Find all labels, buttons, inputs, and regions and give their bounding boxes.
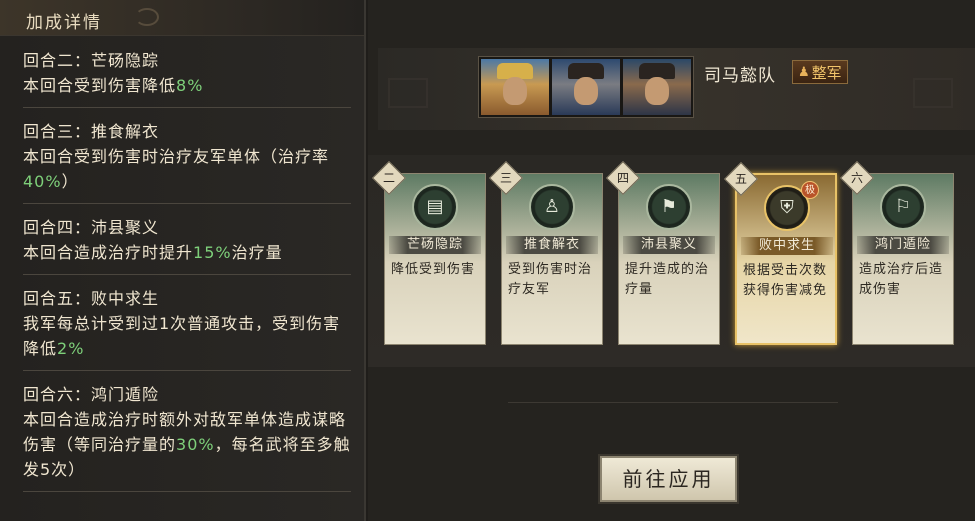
round-description: 本回合造成治疗时提升15%治疗量: [23, 243, 283, 262]
card-name: 败中求生: [741, 237, 833, 255]
round-heading: 回合六：鸿门遁险: [23, 385, 160, 404]
bonus-card-round-5[interactable]: 五 ⛨ 极 败中求生 根据受击次数获得伤害减免: [724, 162, 837, 345]
card-name: 鸿门遁险: [857, 236, 949, 254]
team-bar: 司马懿队 ♟ 整军: [478, 56, 863, 118]
bonus-card-round-6[interactable]: 六 ⚐ 鸿门遁险 造成治疗后造成伤害: [840, 161, 954, 345]
round-item: 回合二：芒砀隐踪 本回合受到伤害降低8%: [23, 46, 351, 108]
general-portraits[interactable]: [478, 56, 694, 118]
team-bonus-panel: 司马懿队 ♟ 整军 二 ▤ 芒砀隐踪 降低受到伤害 三 ♙ 推食解衣 受到伤害时…: [368, 0, 975, 521]
round-item: 回合五：败中求生 我军每总计受到过1次普通攻击，受到伤害降低2%: [23, 284, 351, 371]
round-value: 8%: [176, 76, 204, 95]
round-bonus-list: 回合二：芒砀隐踪 本回合受到伤害降低8% 回合三：推食解衣 本回合受到伤害时治疗…: [0, 36, 364, 492]
bonus-card-round-3[interactable]: 三 ♙ 推食解衣 受到伤害时治疗友军: [489, 161, 603, 345]
round-heading: 回合三：推食解衣: [23, 122, 160, 141]
round-value: 2%: [57, 339, 85, 358]
round-value: 30%: [176, 435, 215, 454]
bonus-card-round-2[interactable]: 二 ▤ 芒砀隐踪 降低受到伤害: [372, 161, 486, 345]
decor-pattern-icon: [388, 78, 428, 108]
card-description: 提升造成的治疗量: [625, 262, 710, 297]
panel-title-text: 加成详情: [26, 13, 102, 33]
round-item: 回合三：推食解衣 本回合受到伤害时治疗友军单体（治疗率40%）: [23, 117, 351, 204]
round-item: 回合四：沛县聚义 本回合造成治疗时提升15%治疗量: [23, 213, 351, 275]
decor-pattern-icon: [913, 78, 953, 108]
round-heading: 回合五：败中求生: [23, 289, 160, 308]
team-status-badge: ♟ 整军: [792, 60, 848, 84]
round-item: 回合六：鸿门遁险 本回合造成治疗时额外对敌军单体造成谋略伤害（等同治疗量的30%…: [23, 380, 351, 492]
round-description: 本回合受到伤害时治疗友军单体（治疗率40%）: [23, 147, 330, 191]
banner-icon: ⚑: [646, 184, 692, 230]
card-name: 沛县聚义: [623, 236, 715, 254]
card-description: 降低受到伤害: [391, 262, 476, 277]
panel-title: 加成详情: [0, 0, 364, 36]
general-portrait[interactable]: [481, 59, 549, 115]
troops-icon: ♟: [798, 64, 810, 80]
general-portrait[interactable]: [623, 59, 691, 115]
round-value: 40%: [23, 172, 62, 191]
card-description: 造成治疗后造成伤害: [859, 262, 944, 297]
card-name: 芒砀隐踪: [389, 236, 481, 254]
max-level-badge: 极: [801, 181, 819, 199]
round-description: 我军每总计受到过1次普通攻击，受到伤害降低2%: [23, 314, 341, 358]
round-value: 15%: [193, 243, 232, 262]
person-icon: ♙: [529, 184, 575, 230]
divider: [508, 402, 838, 403]
round-heading: 回合四：沛县聚义: [23, 218, 160, 237]
swirl-ornament-icon: [135, 8, 159, 26]
card-description: 根据受击次数获得伤害减免: [743, 263, 828, 298]
card-description: 受到伤害时治疗友军: [508, 262, 593, 297]
team-name: 司马懿队: [704, 66, 776, 86]
round-heading: 回合二：芒砀隐踪: [23, 51, 160, 70]
flag-icon: ⚐: [880, 184, 926, 230]
book-icon: ▤: [412, 184, 458, 230]
bonus-card-round-4[interactable]: 四 ⚑ 沛县聚义 提升造成的治疗量: [606, 161, 720, 345]
general-portrait[interactable]: [552, 59, 620, 115]
go-apply-button[interactable]: 前往应用: [600, 456, 737, 502]
card-name: 推食解衣: [506, 236, 598, 254]
round-description: 本回合造成治疗时额外对敌军单体造成谋略伤害（等同治疗量的30%，每名武将至多触发…: [23, 410, 351, 479]
bonus-detail-panel: 加成详情 回合二：芒砀隐踪 本回合受到伤害降低8% 回合三：推食解衣 本回合受到…: [0, 0, 366, 521]
round-description: 本回合受到伤害降低8%: [23, 76, 204, 95]
